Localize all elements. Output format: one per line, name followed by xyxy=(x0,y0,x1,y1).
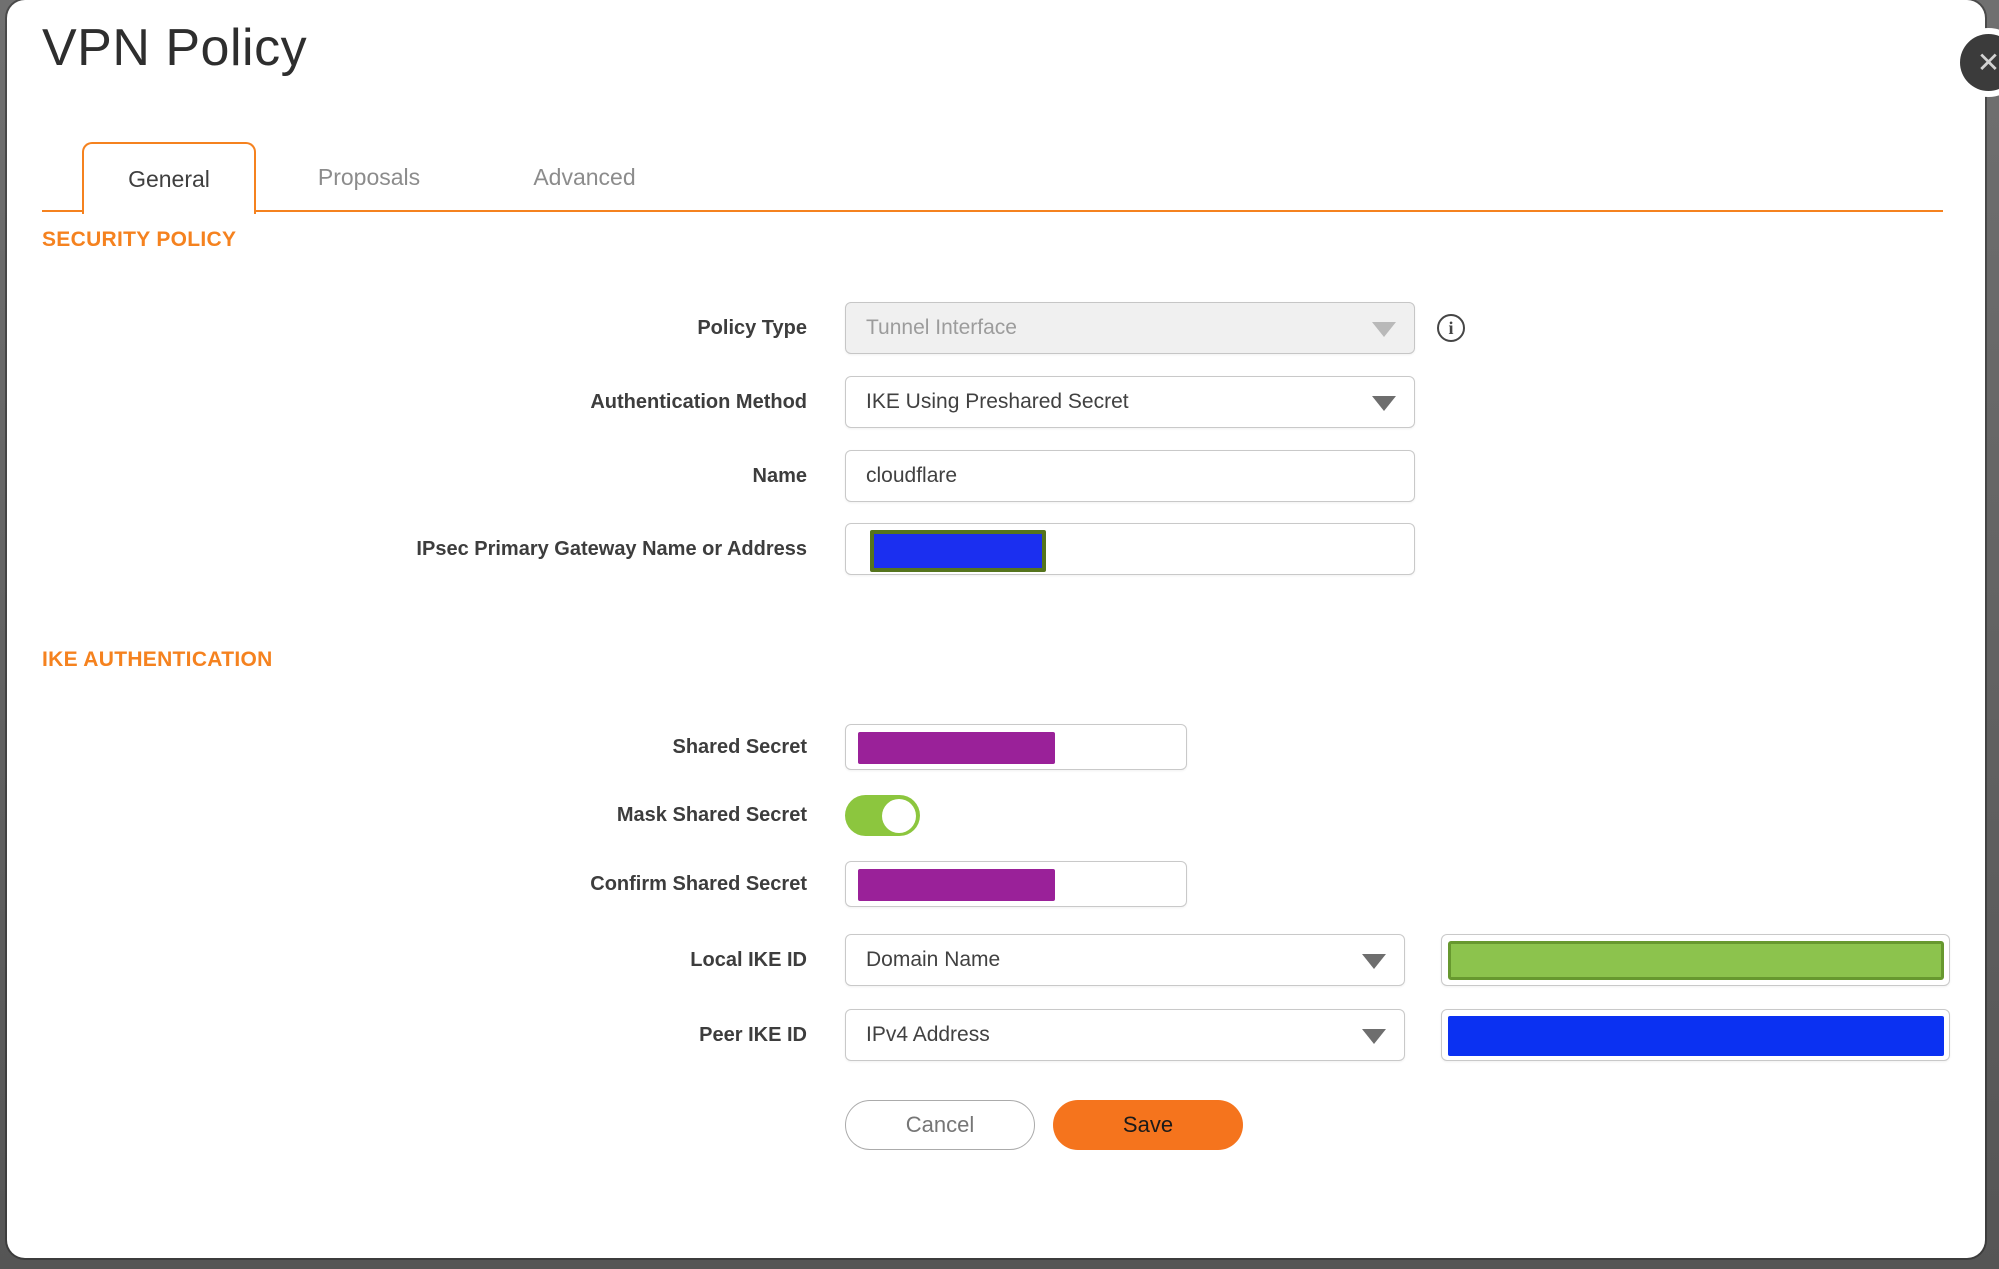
tab-general-label: General xyxy=(128,165,210,192)
redacted-shared-secret-value xyxy=(858,732,1055,764)
local-ike-id-input[interactable] xyxy=(1441,934,1950,986)
auth-method-value: IKE Using Preshared Secret xyxy=(866,390,1129,413)
section-ike-authentication: IKE AUTHENTICATION xyxy=(42,648,273,671)
peer-ike-id-value: IPv4 Address xyxy=(866,1023,990,1046)
local-ike-id-select[interactable]: Domain Name xyxy=(845,934,1405,986)
peer-ike-id-label: Peer IKE ID xyxy=(699,1024,807,1046)
gateway-label: IPsec Primary Gateway Name or Address xyxy=(416,538,807,560)
chevron-down-icon xyxy=(1362,954,1386,969)
auth-method-select[interactable]: IKE Using Preshared Secret xyxy=(845,376,1415,428)
tab-proposals[interactable]: Proposals xyxy=(299,142,439,212)
redacted-local-ike-id-value xyxy=(1448,941,1944,980)
confirm-shared-secret-label: Confirm Shared Secret xyxy=(590,873,807,895)
save-button[interactable]: Save xyxy=(1053,1100,1243,1150)
policy-type-label: Policy Type xyxy=(697,317,807,339)
mask-shared-secret-toggle[interactable] xyxy=(845,795,920,836)
local-ike-id-value: Domain Name xyxy=(866,948,1001,971)
auth-method-label: Authentication Method xyxy=(590,391,807,413)
section-security-policy: SECURITY POLICY xyxy=(42,228,237,251)
dialog-title: VPN Policy xyxy=(42,19,308,77)
close-icon: ✕ xyxy=(1976,46,1999,78)
peer-ike-id-input[interactable] xyxy=(1441,1009,1950,1061)
tab-advanced-label: Advanced xyxy=(533,163,636,190)
vpn-policy-dialog: VPN Policy General Proposals Advanced SE… xyxy=(7,0,1985,1258)
info-icon[interactable]: i xyxy=(1437,314,1465,342)
policy-type-value: Tunnel Interface xyxy=(866,316,1017,339)
confirm-shared-secret-input[interactable] xyxy=(845,861,1187,907)
cancel-button[interactable]: Cancel xyxy=(845,1100,1035,1150)
chevron-down-icon xyxy=(1362,1029,1386,1044)
gateway-input[interactable] xyxy=(845,523,1415,575)
redacted-peer-ike-id-value xyxy=(1448,1016,1944,1056)
local-ike-id-label: Local IKE ID xyxy=(690,949,807,971)
name-value: cloudflare xyxy=(866,464,958,487)
name-label: Name xyxy=(752,465,807,487)
chevron-down-icon xyxy=(1372,396,1396,411)
page-backdrop: VPN Policy General Proposals Advanced SE… xyxy=(0,0,1999,1269)
tab-advanced[interactable]: Advanced xyxy=(512,142,657,212)
tab-general[interactable]: General xyxy=(82,142,256,214)
mask-shared-secret-label: Mask Shared Secret xyxy=(616,804,807,826)
toggle-knob xyxy=(882,798,916,833)
shared-secret-label: Shared Secret xyxy=(672,736,807,758)
name-input[interactable]: cloudflare xyxy=(845,450,1415,502)
policy-type-select: Tunnel Interface xyxy=(845,302,1415,354)
chevron-down-icon xyxy=(1372,322,1396,337)
peer-ike-id-select[interactable]: IPv4 Address xyxy=(845,1009,1405,1061)
tab-proposals-label: Proposals xyxy=(317,163,421,190)
redacted-confirm-shared-secret-value xyxy=(858,869,1055,901)
redacted-gateway-value xyxy=(870,530,1046,572)
shared-secret-input[interactable] xyxy=(845,724,1187,770)
